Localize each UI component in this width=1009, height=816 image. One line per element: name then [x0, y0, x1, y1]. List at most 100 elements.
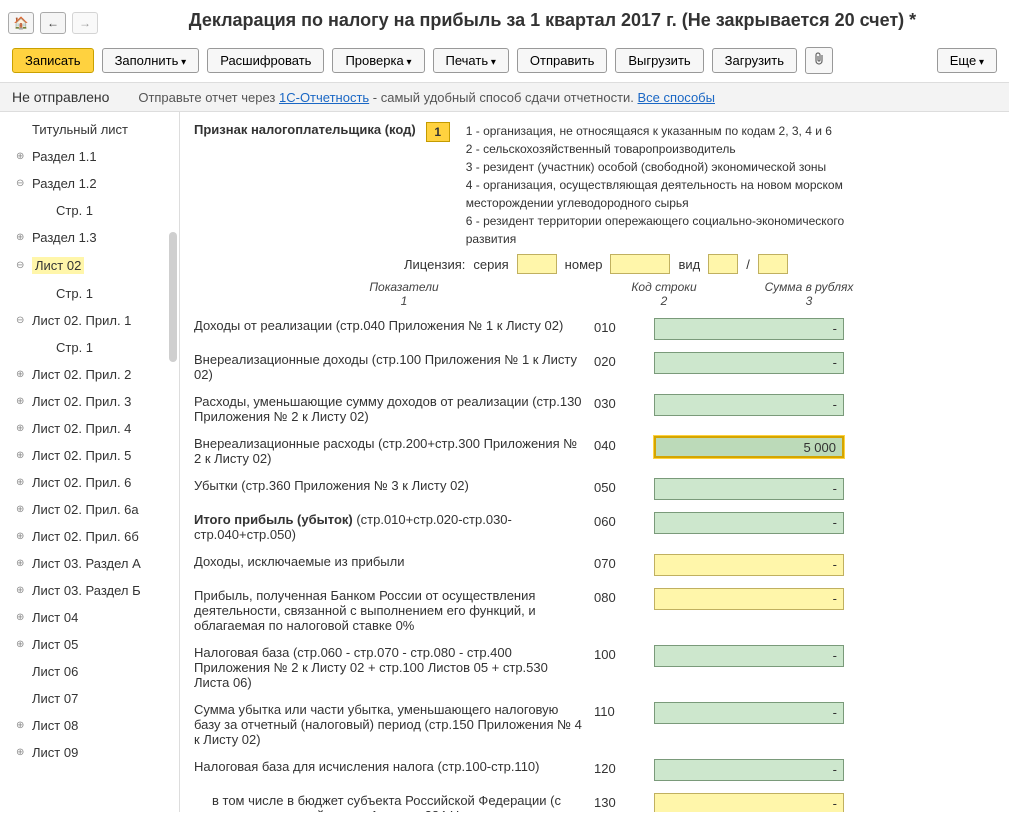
value-input-100[interactable] [654, 645, 844, 667]
decrypt-button[interactable]: Расшифровать [207, 48, 324, 73]
expand-icon[interactable]: ⊕ [16, 477, 26, 488]
value-input-120[interactable] [654, 759, 844, 781]
expand-icon[interactable]: ⊕ [16, 612, 26, 623]
value-input-040[interactable]: 5 000 [654, 436, 844, 458]
link-1c[interactable]: 1С-Отчетность [279, 90, 369, 105]
link-all-ways[interactable]: Все способы [638, 90, 715, 105]
form-row-070: Доходы, исключаемые из прибыли070 [194, 554, 995, 576]
row-desc: в том числе в бюджет субъекта Российской… [194, 793, 594, 812]
license-number-input[interactable] [610, 254, 670, 274]
nav-item-2[interactable]: ⊖Раздел 1.2 [0, 170, 179, 197]
nav-label: Стр. 1 [56, 340, 93, 355]
nav-item-7[interactable]: ⊖Лист 02. Прил. 1 [0, 307, 179, 334]
send-button[interactable]: Отправить [517, 48, 607, 73]
expand-icon[interactable]: ⊕ [16, 531, 26, 542]
back-icon[interactable]: ← [40, 12, 66, 34]
nav-item-14[interactable]: ⊕ Лист 02. Прил. 6а [0, 496, 179, 523]
expand-icon[interactable]: ⊖ [16, 178, 26, 189]
value-input-010[interactable] [654, 318, 844, 340]
expand-icon[interactable]: ⊕ [16, 585, 26, 596]
nav-item-22[interactable]: ⊕ Лист 08 [0, 712, 179, 739]
license-kind-input[interactable] [708, 254, 738, 274]
more-button[interactable]: Еще [937, 48, 997, 73]
nav-item-17[interactable]: ⊕Лист 03. Раздел Б [0, 577, 179, 604]
nav-item-8[interactable]: Стр. 1 [0, 334, 179, 361]
form-row-010: Доходы от реализации (стр.040 Приложения… [194, 318, 995, 340]
expand-icon[interactable]: ⊕ [16, 423, 26, 434]
row-desc: Налоговая база для исчисления налога (ст… [194, 759, 594, 774]
nav-item-1[interactable]: ⊕ Раздел 1.1 [0, 143, 179, 170]
value-input-110[interactable] [654, 702, 844, 724]
nav-item-18[interactable]: ⊕Лист 04 [0, 604, 179, 631]
nav-label: Лист 02. Прил. 6а [32, 502, 139, 517]
row-code: 120 [594, 759, 654, 776]
nav-item-3[interactable]: Стр. 1 [0, 197, 179, 224]
nav-label: Лист 03. Раздел А [32, 556, 141, 571]
expand-icon[interactable]: ⊕ [16, 720, 26, 731]
license-sub-input[interactable] [758, 254, 788, 274]
write-button[interactable]: Записать [12, 48, 94, 73]
nav-item-23[interactable]: ⊕Лист 09 [0, 739, 179, 766]
fill-button[interactable]: Заполнить [102, 48, 200, 73]
nav-label: Лист 07 [32, 691, 78, 706]
load-button[interactable]: Загрузить [712, 48, 797, 73]
row-desc: Доходы, исключаемые из прибыли [194, 554, 594, 569]
row-desc: Доходы от реализации (стр.040 Приложения… [194, 318, 594, 333]
row-desc: Итого прибыль (убыток) (стр.010+стр.020-… [194, 512, 594, 542]
check-button[interactable]: Проверка [332, 48, 424, 73]
nav-label: Лист 08 [32, 718, 78, 733]
value-input-130[interactable] [654, 793, 844, 812]
nav-item-21[interactable]: Лист 07 [0, 685, 179, 712]
nav-item-4[interactable]: ⊕Раздел 1.3 [0, 224, 179, 251]
row-desc: Внереализационные расходы (стр.200+стр.3… [194, 436, 594, 466]
row-code: 060 [594, 512, 654, 529]
nav-item-15[interactable]: ⊕Лист 02. Прил. 6б [0, 523, 179, 550]
nav-item-16[interactable]: ⊕ Лист 03. Раздел А [0, 550, 179, 577]
expand-icon[interactable]: ⊖ [16, 315, 26, 326]
attach-icon[interactable] [805, 47, 833, 74]
nav-item-9[interactable]: ⊕Лист 02. Прил. 2 [0, 361, 179, 388]
form-row-050: Убытки (стр.360 Приложения № 3 к Листу 0… [194, 478, 995, 500]
row-code: 110 [594, 702, 654, 719]
nav-label: Лист 02 [32, 257, 84, 274]
expand-icon[interactable]: ⊖ [16, 260, 26, 271]
scrollbar-thumb[interactable] [169, 232, 177, 362]
nav-item-5[interactable]: ⊖ Лист 02 [0, 251, 179, 280]
expand-icon[interactable]: ⊕ [16, 504, 26, 515]
nav-item-10[interactable]: ⊕Лист 02. Прил. 3 [0, 388, 179, 415]
expand-icon[interactable]: ⊕ [16, 450, 26, 461]
nav-label: Лист 02. Прил. 5 [32, 448, 131, 463]
expand-icon[interactable]: ⊕ [16, 151, 26, 162]
form-row-040: Внереализационные расходы (стр.200+стр.3… [194, 436, 995, 466]
license-series-input[interactable] [517, 254, 557, 274]
nav-item-19[interactable]: ⊕Лист 05 [0, 631, 179, 658]
value-input-070[interactable] [654, 554, 844, 576]
nav-item-12[interactable]: ⊕ Лист 02. Прил. 5 [0, 442, 179, 469]
nav-label: Раздел 1.1 [32, 149, 97, 164]
expand-icon[interactable]: ⊕ [16, 396, 26, 407]
nav-item-6[interactable]: Стр. 1 [0, 280, 179, 307]
expand-icon[interactable]: ⊕ [16, 232, 26, 243]
nav-item-13[interactable]: ⊕ Лист 02. Прил. 6 [0, 469, 179, 496]
expand-icon[interactable]: ⊕ [16, 558, 26, 569]
value-input-060[interactable] [654, 512, 844, 534]
print-button[interactable]: Печать [433, 48, 509, 73]
unload-button[interactable]: Выгрузить [615, 48, 703, 73]
nav-label: Лист 06 [32, 664, 78, 679]
taxpayer-code-input[interactable]: 1 [426, 122, 450, 142]
form-row-030: Расходы, уменьшающие сумму доходов от ре… [194, 394, 995, 424]
nav-tree[interactable]: Титульный лист⊕Раздел 1.1⊖Раздел 1.2Стр.… [0, 112, 180, 812]
value-input-080[interactable] [654, 588, 844, 610]
value-input-050[interactable] [654, 478, 844, 500]
expand-icon[interactable]: ⊕ [16, 747, 26, 758]
value-input-020[interactable] [654, 352, 844, 374]
expand-icon[interactable]: ⊕ [16, 369, 26, 380]
nav-label: Лист 02. Прил. 6 [32, 475, 131, 490]
value-input-030[interactable] [654, 394, 844, 416]
home-icon[interactable]: 🏠 [8, 12, 34, 34]
form-row-110: Сумма убытка или части убытка, уменьшающ… [194, 702, 995, 747]
nav-item-0[interactable]: Титульный лист [0, 116, 179, 143]
nav-item-20[interactable]: Лист 06 [0, 658, 179, 685]
nav-item-11[interactable]: ⊕Лист 02. Прил. 4 [0, 415, 179, 442]
expand-icon[interactable]: ⊕ [16, 639, 26, 650]
